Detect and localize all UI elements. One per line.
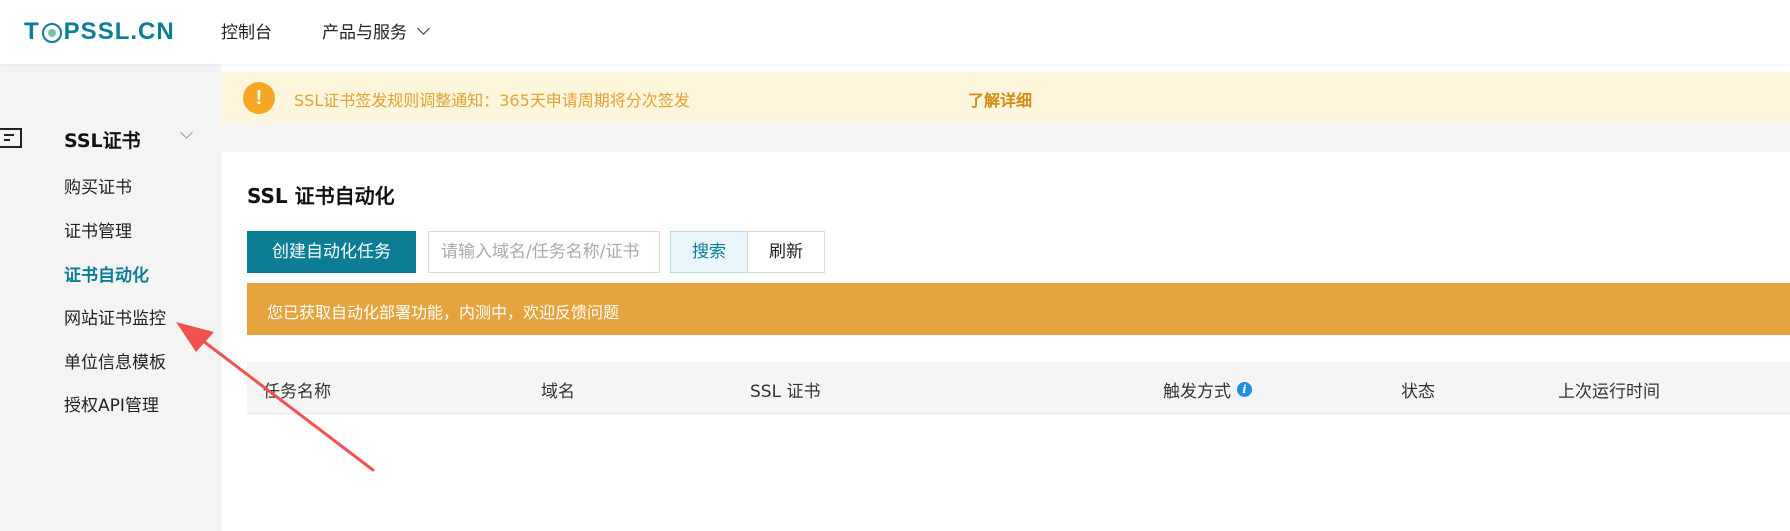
search-input[interactable] (428, 231, 660, 273)
globe-icon (41, 23, 62, 43)
column-header-ssl-cert: SSL 证书 (750, 382, 821, 402)
chevron-down-icon (417, 21, 430, 35)
sidebar-item-org-templates[interactable]: 单位信息模板 (64, 348, 166, 373)
top-header: T PSSL.CN 控制台 产品与服务 (0, 0, 1790, 64)
chevron-down-icon (180, 126, 193, 139)
create-automation-task-button[interactable]: 创建自动化任务 (247, 231, 416, 273)
main-panel: SSL 证书自动化 创建自动化任务 搜索 刷新 您已获取自动化部署功能，内测中，… (221, 152, 1790, 531)
sidebar-group-label: SSL证书 (64, 130, 141, 152)
table-header: 任务名称 域名 SSL 证书 触发方式 i 状态 上次运行时间 (247, 362, 1790, 414)
sidebar-item-cert-automation[interactable]: 证书自动化 (64, 261, 149, 286)
notice-banner: ! SSL证书签发规则调整通知：365天申请周期将分次签发 了解详细 (221, 72, 1790, 124)
column-header-trigger-label: 触发方式 (1163, 382, 1231, 402)
beta-notice-text: 您已获取自动化部署功能，内测中，欢迎反馈问题 (267, 303, 620, 322)
section-gap (221, 124, 1790, 152)
notice-details-link[interactable]: 了解详细 (968, 87, 1032, 111)
warning-icon: ! (243, 82, 275, 114)
column-header-domain: 域名 (541, 382, 575, 402)
column-header-task-name: 任务名称 (263, 382, 331, 402)
column-header-status: 状态 (1401, 382, 1435, 402)
beta-notice-banner: 您已获取自动化部署功能，内测中，欢迎反馈问题 (247, 283, 1790, 335)
sidebar-group-ssl[interactable]: SSL证书 (0, 114, 221, 162)
logo-prefix: T (24, 18, 40, 45)
certificate-icon (0, 128, 22, 148)
nav-products-services[interactable]: 产品与服务 (322, 18, 430, 43)
nav-console[interactable]: 控制台 (221, 18, 272, 43)
notice-text: SSL证书签发规则调整通知：365天申请周期将分次签发 (294, 91, 690, 110)
sidebar: SSL证书 购买证书 证书管理 证书自动化 网站证书监控 单位信息模板 授权AP… (0, 64, 221, 531)
sidebar-item-api-management[interactable]: 授权API管理 (64, 391, 159, 416)
page-title: SSL 证书自动化 (247, 184, 395, 208)
column-header-last-run: 上次运行时间 (1558, 382, 1660, 402)
nav-console-label: 控制台 (221, 23, 272, 43)
info-icon[interactable]: i (1237, 382, 1252, 397)
refresh-button[interactable]: 刷新 (747, 231, 825, 273)
nav-products-label: 产品与服务 (322, 23, 407, 43)
logo-suffix: PSSL.CN (63, 18, 175, 45)
column-header-trigger: 触发方式 i (1163, 377, 1252, 402)
sidebar-item-buy-cert[interactable]: 购买证书 (64, 173, 132, 198)
search-button[interactable]: 搜索 (670, 231, 748, 273)
sidebar-item-site-monitoring[interactable]: 网站证书监控 (64, 304, 166, 329)
topssl-logo[interactable]: T PSSL.CN (24, 15, 175, 49)
sidebar-item-cert-management[interactable]: 证书管理 (64, 217, 132, 242)
